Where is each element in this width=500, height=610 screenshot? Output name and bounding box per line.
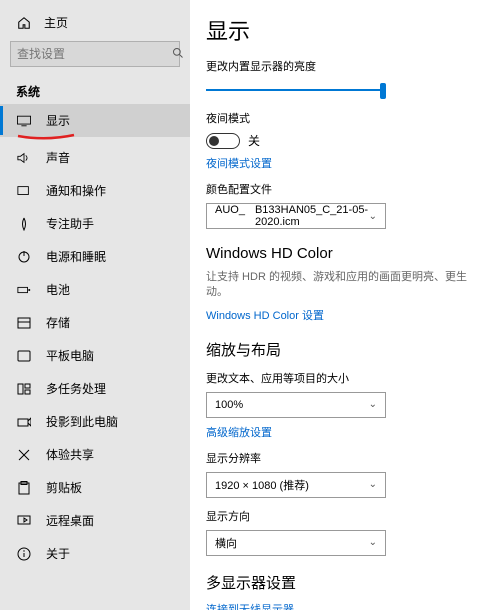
orientation-select[interactable]: 横向 ⌄ [206,530,386,556]
storage-icon [16,315,32,331]
brightness-slider[interactable] [206,80,386,100]
night-light-link[interactable]: 夜间模式设置 [206,155,486,171]
sidebar-item-label: 投影到此电脑 [46,413,118,430]
sidebar-item-label: 剪贴板 [46,479,82,496]
sidebar-item-label: 电池 [46,281,70,298]
color-profile-select[interactable]: AUO_ B133HAN05_C_21-05-2020.icm ⌄ [206,203,386,229]
sidebar-item-label: 远程桌面 [46,512,94,529]
share-icon [16,447,32,463]
search-icon [172,47,184,62]
sidebar-item-label: 平板电脑 [46,347,94,364]
sidebar-item-storage[interactable]: 存储 [0,306,190,339]
hd-color-heading: Windows HD Color [206,245,486,262]
hd-color-link[interactable]: Windows HD Color 设置 [206,307,486,323]
multitask-icon [16,381,32,397]
battery-icon [16,282,32,298]
resolution-select[interactable]: 1920 × 1080 (推荐) ⌄ [206,472,386,498]
sidebar-item-multitask[interactable]: 多任务处理 [0,372,190,405]
wireless-link[interactable]: 连接到无线显示器 [206,601,486,610]
sidebar-item-label: 体验共享 [46,446,94,463]
about-icon [16,546,32,562]
display-icon [16,113,32,129]
scale-label: 更改文本、应用等项目的大小 [206,370,486,386]
nav-list-rest: 声音 通知和操作 专注助手 电源和睡眠 电池 存储 平板电脑 多任务处理 [0,141,190,570]
scale-value: 100% [215,399,243,411]
night-light-toggle[interactable]: 关 [206,132,486,149]
sidebar-item-label: 存储 [46,314,70,331]
power-icon [16,249,32,265]
sidebar-item-clipboard[interactable]: 剪贴板 [0,471,190,504]
sidebar-item-focus[interactable]: 专注助手 [0,207,190,240]
color-profile-prefix: AUO_ [215,204,245,228]
color-profile-value: B133HAN05_C_21-05-2020.icm [255,204,369,228]
toggle-state: 关 [248,132,260,149]
project-icon [16,414,32,430]
home-label: 主页 [44,14,68,31]
sidebar-item-project[interactable]: 投影到此电脑 [0,405,190,438]
sidebar-item-remote[interactable]: 远程桌面 [0,504,190,537]
main-content: 显示 更改内置显示器的亮度 夜间模式 关 夜间模式设置 颜色配置文件 AUO_ … [190,0,500,610]
sidebar-item-label: 显示 [46,112,70,129]
remote-icon [16,513,32,529]
sound-icon [16,150,32,166]
page-title: 显示 [206,14,486,46]
multi-heading: 多显示器设置 [206,572,486,593]
clipboard-icon [16,480,32,496]
section-label: 系统 [0,77,190,104]
sidebar-item-label: 专注助手 [46,215,94,232]
sidebar-item-label: 通知和操作 [46,182,106,199]
chevron-down-icon: ⌄ [369,479,377,490]
focus-icon [16,216,32,232]
sidebar-item-power[interactable]: 电源和睡眠 [0,240,190,273]
home-button[interactable]: 主页 [0,8,190,41]
chevron-down-icon: ⌄ [369,399,377,410]
sidebar-item-label: 关于 [46,545,70,562]
annotation-red-underline [16,133,190,141]
resolution-label: 显示分辨率 [206,450,486,466]
search-field[interactable] [17,47,172,61]
orientation-value: 横向 [215,535,237,551]
resolution-value: 1920 × 1080 (推荐) [215,477,309,493]
sidebar-item-about[interactable]: 关于 [0,537,190,570]
sidebar-item-battery[interactable]: 电池 [0,273,190,306]
brightness-label: 更改内置显示器的亮度 [206,58,486,74]
sidebar-item-notifications[interactable]: 通知和操作 [0,174,190,207]
sidebar-item-label: 多任务处理 [46,380,106,397]
night-light-heading: 夜间模式 [206,110,486,126]
color-profile-heading: 颜色配置文件 [206,181,486,197]
chevron-down-icon: ⌄ [369,211,377,222]
tablet-icon [16,348,32,364]
toggle-switch[interactable] [206,133,240,149]
sidebar-item-label: 声音 [46,149,70,166]
sidebar-item-tablet[interactable]: 平板电脑 [0,339,190,372]
notifications-icon [16,183,32,199]
search-input[interactable] [10,41,180,67]
scale-select[interactable]: 100% ⌄ [206,392,386,418]
orientation-label: 显示方向 [206,508,486,524]
scale-link[interactable]: 高级缩放设置 [206,424,486,440]
home-icon [16,15,32,31]
sidebar: 主页 系统 显示 声音 通知和操作 专注助手 电源和睡眠 [0,0,190,610]
sidebar-item-share[interactable]: 体验共享 [0,438,190,471]
scale-heading: 缩放与布局 [206,339,486,360]
sidebar-item-sound[interactable]: 声音 [0,141,190,174]
chevron-down-icon: ⌄ [369,537,377,548]
sidebar-item-label: 电源和睡眠 [46,248,106,265]
hd-color-sub: 让支持 HDR 的视频、游戏和应用的画面更明亮、更生动。 [206,270,486,301]
